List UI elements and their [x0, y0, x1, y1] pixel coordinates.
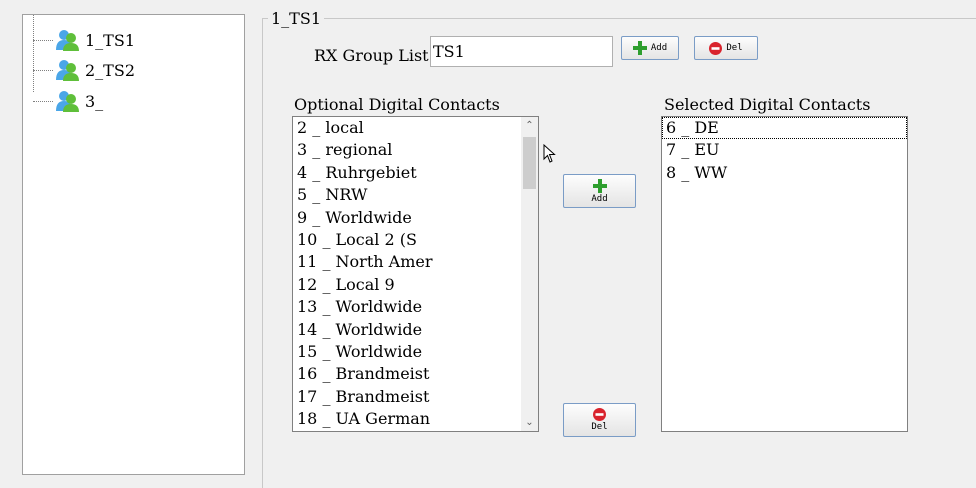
list-item[interactable]: 18 _ UA German: [293, 408, 538, 430]
mouse-cursor-icon: [543, 144, 556, 163]
users-icon: [56, 60, 79, 81]
scroll-up-icon[interactable]: ⌃: [521, 117, 538, 134]
list-item[interactable]: 5 _ NRW: [293, 184, 538, 206]
plus-icon: [592, 178, 607, 193]
list-item[interactable]: 10 _ Local 2 (S: [293, 229, 538, 251]
list-item[interactable]: 7 _ EU: [662, 139, 907, 161]
add-contact-button-label: Add: [591, 193, 608, 204]
optional-contacts-list[interactable]: 2 _ local 3 _ regional 4 _ Ruhrgebiet 5 _ N…: [292, 116, 539, 432]
list-item[interactable]: 4 _ Ruhrgebiet: [293, 162, 538, 184]
optional-contacts-scrollbar[interactable]: ⌃ ⌄: [521, 117, 538, 431]
list-item[interactable]: 6 _ DE: [662, 117, 907, 140]
delete-contact-button[interactable]: Del: [563, 403, 636, 437]
list-item[interactable]: 8 _ WW: [662, 162, 907, 184]
tree-item-label: 2_TS2: [85, 60, 135, 80]
selected-contacts-rows: 6 _ DE 7 _ EU 8 _ WW: [662, 117, 907, 184]
tree-item-3[interactable]: 3_: [23, 90, 223, 112]
minus-circle-icon: [709, 41, 723, 55]
rx-group-list-input[interactable]: [430, 36, 613, 67]
delete-group-button[interactable]: Del: [694, 36, 758, 60]
tree-item-ts2[interactable]: 2_TS2: [23, 59, 223, 81]
selected-contacts-header: Selected Digital Contacts: [664, 95, 871, 114]
tree-branch: [33, 70, 53, 71]
users-icon: [56, 30, 79, 51]
list-item[interactable]: 9 _ Worldwide: [293, 207, 538, 229]
list-item[interactable]: 17 _ Brandmeist: [293, 386, 538, 408]
list-item[interactable]: 14 _ Worldwide: [293, 319, 538, 341]
tree-branch: [33, 101, 53, 102]
scroll-thumb[interactable]: [523, 137, 536, 189]
tree-item-label: 3_: [85, 91, 104, 111]
plus-icon: [632, 41, 647, 55]
delete-group-button-label: Del: [726, 43, 743, 53]
list-item[interactable]: 3 _ regional: [293, 139, 538, 161]
scroll-down-icon[interactable]: ⌄: [521, 414, 538, 431]
list-item[interactable]: 11 _ North Amer: [293, 251, 538, 273]
list-item[interactable]: 12 _ Local 9: [293, 274, 538, 296]
list-item[interactable]: 16 _ Brandmeist: [293, 363, 538, 385]
tree-branch: [33, 40, 53, 41]
add-group-button-label: Add: [650, 43, 668, 53]
optional-contacts-header: Optional Digital Contacts: [294, 95, 500, 114]
optional-contacts-rows: 2 _ local 3 _ regional 4 _ Ruhrgebiet 5 _ N…: [293, 117, 538, 430]
users-icon: [56, 91, 79, 112]
delete-contact-button-label: Del: [591, 422, 608, 432]
tree-item-label: 1_TS1: [85, 30, 135, 50]
list-item[interactable]: 15 _ Worldwide: [293, 341, 538, 363]
list-item[interactable]: 2 _ local: [293, 117, 538, 139]
list-item[interactable]: 13 _ Worldwide: [293, 296, 538, 318]
add-contact-button[interactable]: Add: [563, 174, 636, 208]
rx-group-list-label: RX Group List: [314, 46, 429, 65]
add-group-button[interactable]: Add: [621, 36, 679, 60]
tree-item-ts1[interactable]: 1_TS1: [23, 29, 223, 51]
selected-contacts-list[interactable]: 6 _ DE 7 _ EU 8 _ WW: [661, 116, 908, 432]
minus-circle-icon: [593, 408, 606, 421]
tree-panel[interactable]: 1_TS1 2_TS2 3_: [22, 14, 245, 475]
group-title: 1_TS1: [268, 9, 324, 28]
